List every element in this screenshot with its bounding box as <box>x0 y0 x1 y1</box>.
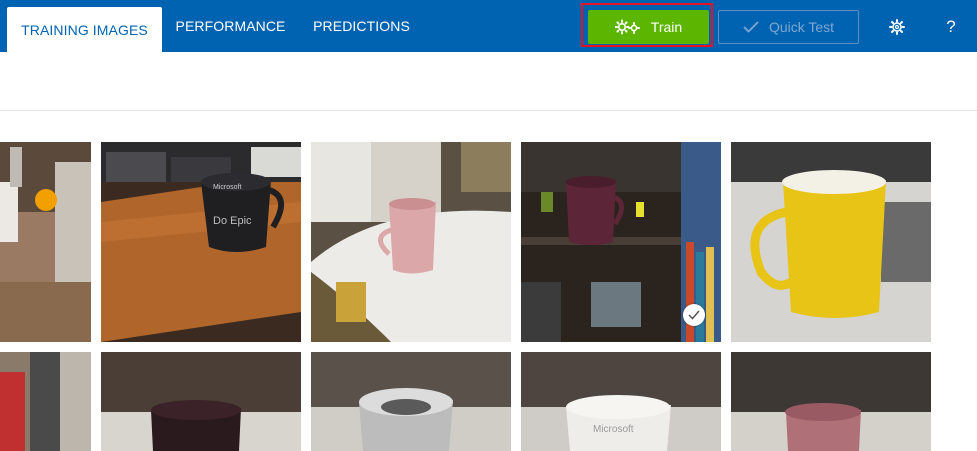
training-image-1[interactable] <box>0 142 91 342</box>
gear-icon <box>889 19 905 35</box>
training-image-5[interactable] <box>731 142 931 342</box>
svg-text:Microsoft: Microsoft <box>593 424 634 435</box>
svg-text:Do Epic: Do Epic <box>213 215 252 227</box>
training-image-2[interactable]: Do Epic Microsoft <box>101 142 301 342</box>
top-navigation-bar: TRAINING IMAGES PERFORMANCE PREDICTIONS … <box>0 0 977 52</box>
training-image-6[interactable] <box>0 352 91 451</box>
training-image-7[interactable] <box>101 352 301 451</box>
training-image-9[interactable]: Microsoft <box>521 352 721 451</box>
tab-predictions[interactable]: PREDICTIONS <box>304 0 419 52</box>
checkmark-icon <box>743 21 759 33</box>
gears-icon <box>614 19 640 35</box>
training-image-8[interactable] <box>311 352 511 451</box>
training-image-4[interactable] <box>521 142 721 342</box>
training-image-3[interactable] <box>311 142 511 342</box>
selected-check-icon <box>683 304 705 326</box>
tab-performance[interactable]: PERFORMANCE <box>168 0 293 52</box>
settings-button[interactable] <box>880 10 914 44</box>
help-icon: ? <box>946 17 956 36</box>
train-button-label: Train <box>650 19 683 35</box>
tab-training-images[interactable]: TRAINING IMAGES <box>7 7 162 52</box>
help-button[interactable]: ? <box>934 10 968 44</box>
filter-toolbar <box>0 52 977 111</box>
train-button[interactable]: Train <box>588 10 709 44</box>
svg-text:Microsoft: Microsoft <box>213 184 241 191</box>
quick-test-button[interactable]: Quick Test <box>718 10 859 44</box>
quick-test-button-label: Quick Test <box>768 19 835 35</box>
training-image-10[interactable] <box>731 352 931 451</box>
